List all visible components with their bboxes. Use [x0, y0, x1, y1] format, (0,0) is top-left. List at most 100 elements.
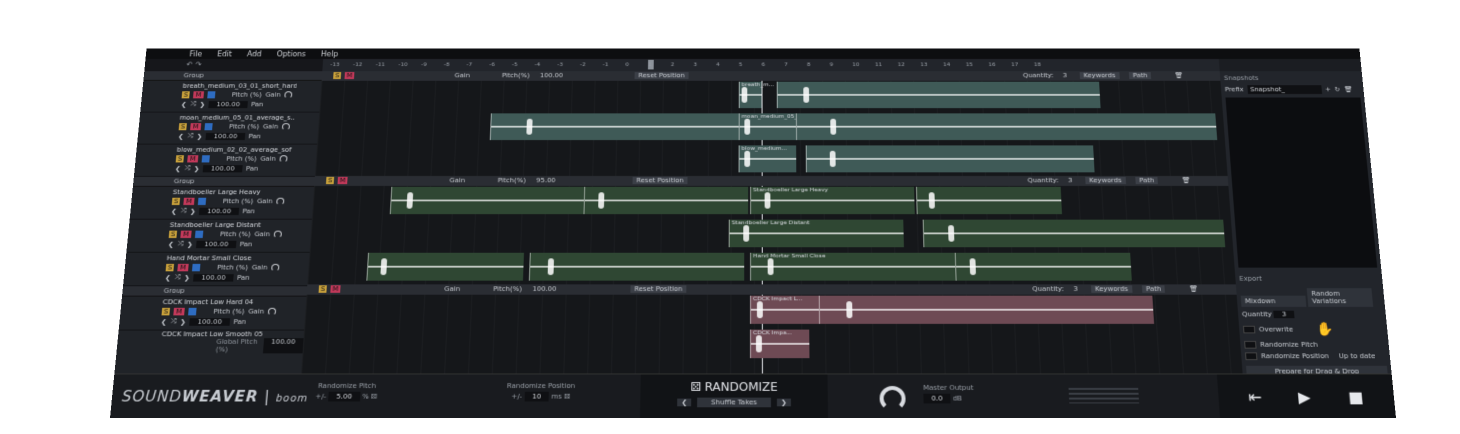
audio-clip[interactable]	[806, 145, 1095, 172]
next-mode-button[interactable]: ❯	[777, 399, 791, 407]
audio-clip[interactable]	[796, 113, 1217, 140]
audio-clip[interactable]	[916, 187, 1062, 214]
mute-button[interactable]: M	[174, 308, 185, 316]
prev-take-icon[interactable]: ❮	[168, 240, 174, 247]
solo-button[interactable]: S	[166, 264, 175, 271]
randomize-pitch-input[interactable]: 5.00	[328, 392, 360, 402]
snapshot-list[interactable]	[1225, 97, 1377, 267]
group-header[interactable]: Group	[122, 286, 307, 296]
audio-clip[interactable]: CDCK Impa...	[750, 330, 809, 359]
trash-icon[interactable]: 🗑	[1181, 177, 1190, 184]
undo-icon[interactable]: ↶	[186, 61, 193, 69]
randomize-pitch-checkbox[interactable]	[1244, 341, 1256, 349]
track-name[interactable]: Standboeller Large Heavy	[173, 189, 289, 196]
group-solo-button[interactable]: S	[333, 72, 341, 79]
prev-take-icon[interactable]: ❮	[171, 207, 177, 214]
quantity-input[interactable]: 3	[1274, 311, 1295, 319]
track-name[interactable]: moan_medium_05_01_average_s...	[179, 114, 294, 121]
export-mode-select[interactable]: Mixdown	[1241, 296, 1307, 307]
refresh-icon[interactable]: ↻	[1334, 86, 1340, 93]
menu-file[interactable]: File	[189, 50, 202, 58]
solo-button[interactable]: S	[176, 155, 185, 162]
pitch-value[interactable]: 100.00	[193, 274, 233, 281]
lock-button[interactable]	[207, 91, 215, 98]
quantity-value[interactable]: 3	[1073, 285, 1078, 292]
group-header[interactable]: Group	[133, 177, 315, 187]
stop-icon[interactable]: ■	[1347, 388, 1364, 406]
shuffle-icon[interactable]: ⤮	[177, 240, 183, 248]
mute-button[interactable]: M	[184, 198, 194, 205]
track-name[interactable]: Standboeller Large Distant	[170, 221, 287, 228]
dice-icon[interactable]: ⚄	[371, 393, 378, 401]
trash-icon[interactable]: 🗑	[1174, 72, 1183, 79]
keywords-button[interactable]: Keywords	[1080, 72, 1120, 79]
audio-clip[interactable]	[777, 82, 1101, 108]
play-icon[interactable]: ▶	[1297, 388, 1311, 406]
pitch-value[interactable]: 100.00	[209, 101, 248, 108]
audio-clip[interactable]	[366, 253, 524, 281]
prev-take-icon[interactable]: ❮	[178, 132, 184, 139]
pitch-value[interactable]: 100.00	[190, 318, 231, 326]
reset-position-button[interactable]: Reset Position	[635, 72, 689, 79]
group-mute-button[interactable]: M	[338, 177, 348, 184]
audio-clip[interactable]: blow_medium...	[739, 145, 797, 172]
lock-button[interactable]	[201, 155, 209, 162]
mute-button[interactable]: M	[188, 155, 198, 162]
track-name[interactable]: CDCK Impact Low Hard 04	[162, 298, 280, 306]
audio-clip[interactable]: CDCK Impact L...	[750, 296, 819, 324]
pitch-value[interactable]: 100.00	[532, 285, 556, 292]
add-snapshot-icon[interactable]: +	[1325, 86, 1331, 93]
solo-button[interactable]: S	[172, 198, 181, 205]
shuffle-icon[interactable]: ⤮	[170, 317, 176, 326]
trash-icon[interactable]: 🗑	[1344, 86, 1353, 93]
audio-clip[interactable]: Standboeller Large Heavy	[750, 187, 915, 214]
pitch-value[interactable]: 100.00	[199, 207, 239, 214]
audio-clip[interactable]	[529, 253, 744, 281]
lock-button[interactable]	[197, 198, 205, 205]
reset-position-button[interactable]: Reset Position	[630, 285, 686, 292]
prev-take-icon[interactable]: ❮	[161, 318, 167, 326]
quantity-value[interactable]: 3	[1068, 177, 1073, 184]
return-to-start-icon[interactable]: ⇤	[1248, 388, 1263, 406]
keywords-button[interactable]: Keywords	[1085, 177, 1125, 184]
track-name[interactable]: CDCK Impact Low Smooth 05	[118, 331, 304, 339]
pitch-value[interactable]: 100.00	[206, 132, 245, 139]
next-take-icon[interactable]: ❯	[184, 274, 190, 281]
randomize-position-checkbox[interactable]	[1245, 352, 1257, 360]
group-header[interactable]: Group	[143, 71, 322, 81]
menu-options[interactable]: Options	[276, 50, 306, 58]
prev-mode-button[interactable]: ❮	[677, 399, 691, 407]
gain-knob-icon[interactable]	[268, 308, 276, 316]
shuffle-icon[interactable]: ⤮	[190, 100, 196, 108]
gain-knob-icon[interactable]	[282, 123, 290, 130]
shuffle-icon[interactable]: ⤮	[180, 207, 186, 215]
next-take-icon[interactable]: ❯	[196, 132, 202, 139]
menu-help[interactable]: Help	[321, 50, 339, 58]
prefix-input[interactable]: Snapshot_	[1247, 85, 1322, 94]
audio-clip[interactable]	[955, 253, 1132, 281]
prev-take-icon[interactable]: ❮	[175, 165, 181, 172]
audio-clip[interactable]	[923, 220, 1226, 248]
lock-button[interactable]	[194, 231, 202, 238]
hand-icon[interactable]: ✋	[1316, 322, 1335, 337]
gain-knob-icon[interactable]	[279, 155, 287, 162]
trash-icon[interactable]: 🗑	[1189, 285, 1198, 292]
next-take-icon[interactable]: ❯	[194, 165, 200, 172]
reset-position-button[interactable]: Reset Position	[632, 177, 687, 184]
keywords-button[interactable]: Keywords	[1091, 285, 1132, 292]
mute-button[interactable]: M	[178, 264, 188, 271]
shuffle-icon[interactable]: ⤮	[184, 164, 190, 172]
solo-button[interactable]: S	[169, 231, 178, 238]
pitch-value[interactable]: 100.00	[196, 240, 236, 247]
group-mute-button[interactable]: M	[344, 72, 354, 79]
audio-clip[interactable]: Hand Mortar Small Close	[750, 253, 956, 281]
group-mute-button[interactable]: M	[330, 285, 340, 292]
randomize-position-input[interactable]: 10	[524, 392, 549, 402]
audio-clip[interactable]	[583, 187, 748, 214]
group-solo-button[interactable]: S	[319, 285, 328, 292]
path-button[interactable]: Path	[1142, 285, 1165, 292]
group-solo-button[interactable]: S	[326, 177, 335, 184]
pitch-value[interactable]: 100.00	[203, 165, 243, 172]
randomize-button[interactable]: ⚄ RANDOMIZE	[640, 374, 827, 393]
audio-clip[interactable]	[390, 187, 584, 214]
